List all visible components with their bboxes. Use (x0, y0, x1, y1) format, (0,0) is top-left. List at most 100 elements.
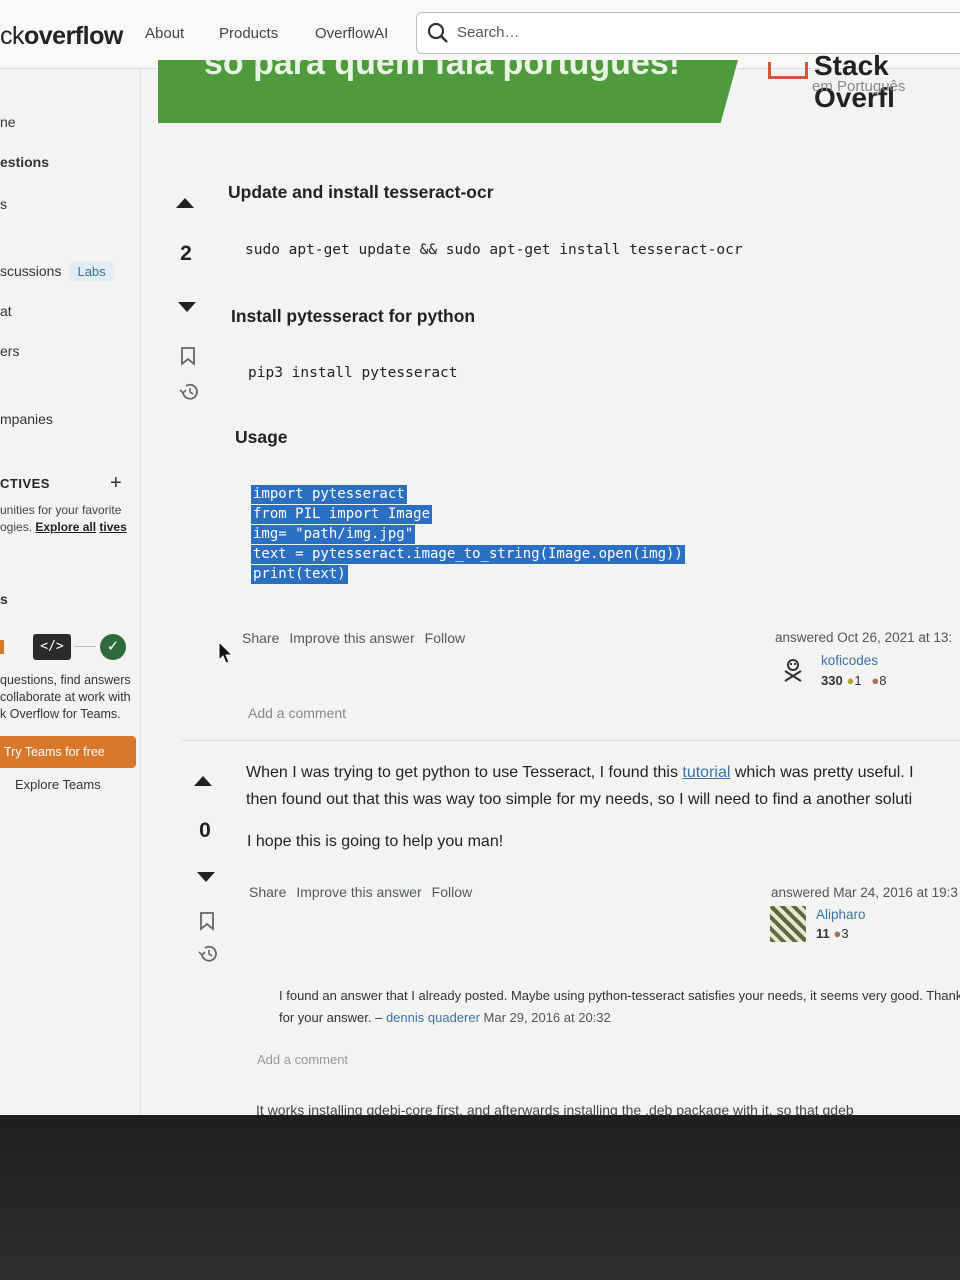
reputation-score: 11 (816, 926, 830, 941)
follow-link[interactable]: Follow (425, 630, 465, 646)
user-name[interactable]: koficodes (821, 653, 878, 668)
heading-usage: Usage (235, 427, 288, 447)
plus-icon[interactable]: + (110, 472, 122, 495)
history-icon[interactable] (178, 382, 200, 402)
bronze-badge-icon: ● (871, 673, 880, 688)
code-line: print(text) (251, 565, 348, 584)
code-line: text = pytesseract.image_to_string(Image… (251, 545, 685, 564)
browser-screen: ckoverflow About Products OverflowAI Sea… (0, 0, 960, 1115)
post-menu: Share Improve this answer Follow (242, 630, 475, 646)
labs-badge: Labs (69, 262, 114, 281)
reputation-score: 330 (821, 673, 843, 688)
avatar[interactable] (770, 906, 806, 942)
add-comment-link[interactable]: Add a comment (248, 705, 346, 721)
user-koficodes[interactable]: koficodes (821, 653, 878, 668)
comment: I found an answer that I already posted.… (279, 985, 960, 1029)
vote-score: 0 (199, 819, 211, 842)
brand-subtitle: em Português (812, 78, 906, 95)
heading-update-install: Update and install tesseract-ocr (228, 182, 494, 202)
sidebar-item-chat[interactable]: at (0, 303, 12, 319)
comment-date: Mar 29, 2016 at 20:32 (483, 1010, 611, 1025)
answer-paragraph-2: I hope this is going to help you man! (247, 833, 504, 850)
logo-bold: overflow (24, 22, 123, 50)
code-apt-get: sudo apt-get update && sudo apt-get inst… (245, 242, 743, 258)
left-sidebar: ne estions s scussions Labs at ers mpanie… (0, 68, 141, 1115)
next-answer-text: It works installing gdebi-core first, an… (256, 1102, 854, 1115)
answer-paragraph: When I was trying to get python to use T… (246, 759, 914, 813)
comment-user-link[interactable]: dennis quaderer (386, 1010, 480, 1025)
checkmark-icon: ✓ (100, 634, 126, 660)
vote-score: 2 (180, 242, 192, 265)
code-line: import pytesseract (251, 485, 407, 504)
promo-banner[interactable]: só para quem fala português! (158, 60, 738, 123)
answered-timestamp: answered Mar 24, 2016 at 19:3 (771, 885, 958, 900)
sidebar-item-users[interactable]: ers (0, 343, 19, 359)
paragraph-text: When I was trying to get python to use T… (246, 764, 683, 781)
downvote-button[interactable] (167, 302, 207, 312)
code-line: from PIL import Image (251, 505, 433, 524)
paragraph-text: which was pretty useful. I (730, 764, 914, 781)
share-link[interactable]: Share (242, 630, 279, 646)
sidebar-item-home[interactable]: ne (0, 114, 16, 130)
sidebar-item-tags[interactable]: s (0, 196, 7, 212)
search-icon (427, 22, 448, 43)
upvote-button[interactable] (183, 776, 223, 786)
explore-all-link[interactable]: Explore all (35, 520, 96, 534)
monitor-bezel (0, 1115, 960, 1280)
teams-illustration: </> ✓ (0, 632, 140, 662)
sidebar-item-discussions-label: scussions (0, 263, 62, 279)
bookmark-icon[interactable] (198, 911, 216, 931)
share-link[interactable]: Share (249, 884, 286, 900)
arrow-down-icon (197, 872, 215, 882)
follow-link[interactable]: Follow (432, 884, 472, 900)
mouse-cursor-icon (218, 641, 234, 664)
collectives-heading: CTIVES (0, 476, 50, 491)
collectives-link[interactable]: tives (99, 520, 126, 534)
code-line: img= "path/img.jpg" (251, 525, 416, 544)
site-logo[interactable]: ckoverflow (0, 22, 123, 51)
banner-text: só para quem fala português! (204, 60, 681, 82)
search-input[interactable]: Search… (416, 12, 960, 54)
nav-products[interactable]: Products (219, 25, 278, 42)
sidebar-item-companies[interactable]: mpanies (0, 411, 53, 427)
stack-logo-icon (768, 62, 808, 79)
user-name[interactable]: Alipharo (816, 907, 866, 922)
user-reputation: 330 ●1 ●8 (821, 673, 886, 688)
gold-badge-count: 1 (854, 673, 862, 688)
code-pip: pip3 install pytesseract (248, 365, 458, 381)
sidebar-item-questions[interactable]: estions (0, 154, 49, 170)
heading-install-pytesseract: Install pytesseract for python (231, 306, 476, 326)
explore-teams-link[interactable]: Explore Teams (15, 777, 101, 792)
user-alipharo[interactable]: Alipharo (816, 907, 866, 922)
search-placeholder: Search… (457, 24, 520, 41)
improve-answer-link[interactable]: Improve this answer (296, 884, 421, 900)
connector-line (74, 646, 96, 647)
try-teams-button[interactable]: Try Teams for free (0, 736, 136, 768)
nav-about[interactable]: About (145, 25, 184, 42)
bookmark-icon[interactable] (179, 346, 197, 366)
tutorial-link[interactable]: tutorial (682, 764, 730, 781)
downvote-button[interactable] (186, 872, 226, 882)
answer-divider (182, 740, 960, 741)
teams-orange-icon (0, 640, 4, 654)
history-icon[interactable] (197, 944, 219, 964)
upvote-button[interactable] (165, 198, 205, 208)
improve-answer-link[interactable]: Improve this answer (289, 630, 414, 646)
paragraph-text: then found out that this was way too sim… (246, 791, 913, 808)
sidebar-item-discussions[interactable]: scussions Labs (0, 262, 114, 281)
user-reputation: 11 ●3 (816, 926, 849, 941)
code-icon: </> (33, 634, 71, 660)
arrow-up-icon (194, 776, 212, 786)
arrow-down-icon (178, 302, 196, 312)
bronze-badge-count: 3 (841, 926, 849, 941)
stackoverflow-pt-logo[interactable]: Stack Overfl em Português (768, 50, 960, 113)
answered-timestamp: answered Oct 26, 2021 at 13: (775, 630, 953, 645)
add-comment-link[interactable]: Add a comment (257, 1052, 348, 1067)
comment-text: I found an answer that I already posted.… (279, 988, 960, 1025)
logo-prefix: ck (0, 22, 25, 50)
avatar[interactable] (782, 657, 804, 683)
arrow-up-icon (176, 198, 194, 208)
post-menu: Share Improve this answer Follow (249, 884, 482, 900)
bronze-badge-count: 8 (879, 673, 887, 688)
nav-overflowai[interactable]: OverflowAI (315, 25, 388, 42)
